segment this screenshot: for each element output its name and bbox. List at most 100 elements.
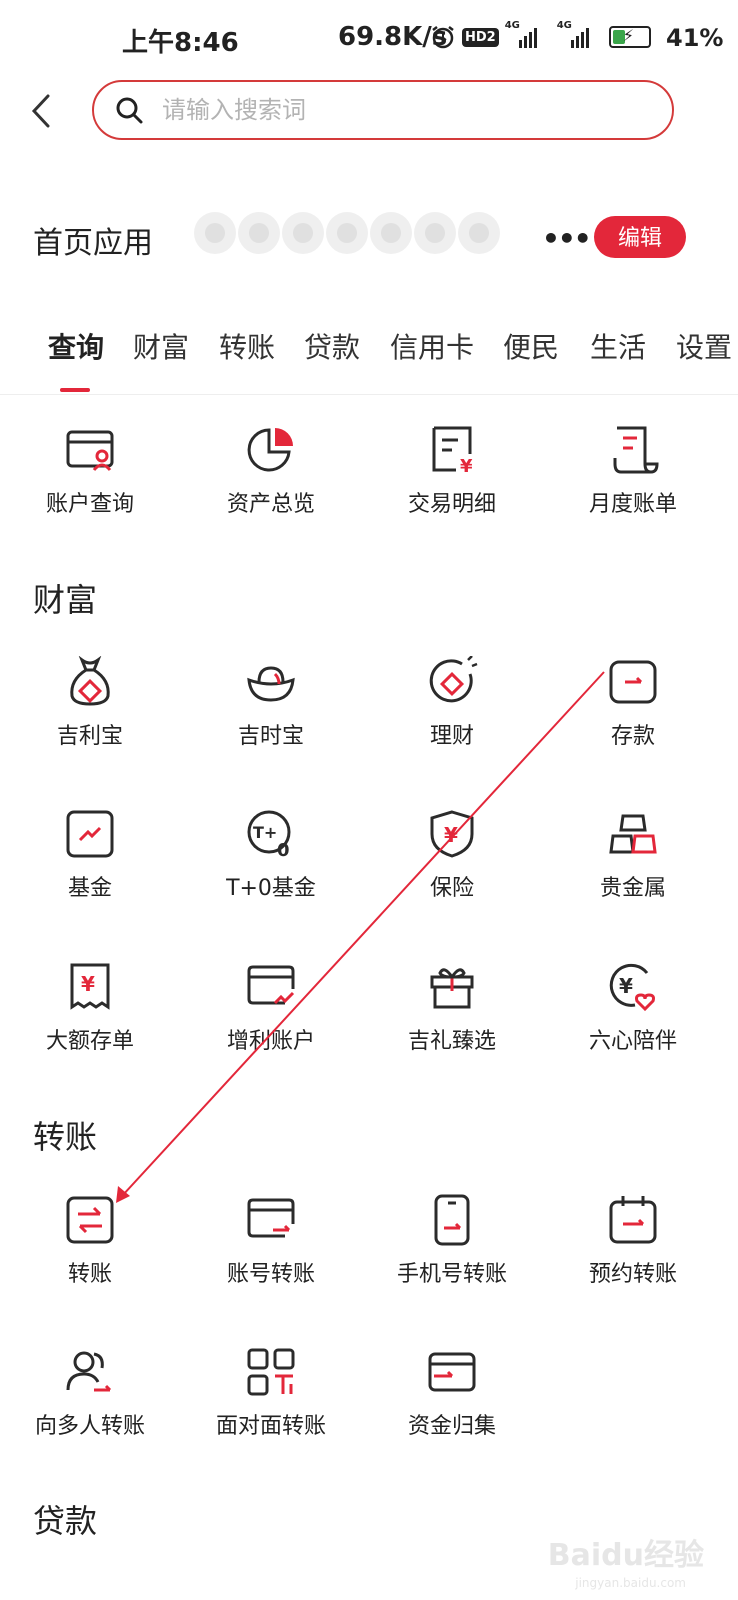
phone-transfer-item[interactable]: 手机号转账	[362, 1194, 542, 1288]
svg-text:¥: ¥	[81, 972, 95, 996]
status-bar: 上午8:46 69.8K/s HD2 4G 4G ⚡ 41%	[0, 0, 738, 80]
pie-chart-icon	[247, 428, 293, 472]
monthly-bill-item[interactable]: 月度账单	[543, 424, 723, 518]
gift-icon	[430, 968, 474, 1009]
item-label: 账户查询	[45, 492, 134, 517]
gold-ingot-icon	[247, 666, 295, 702]
transfer-arrows-icon	[66, 1196, 114, 1244]
home-apps-title: 首页应用	[33, 226, 153, 261]
calendar-transfer-icon	[609, 1196, 657, 1244]
edit-button[interactable]: 编辑	[594, 216, 686, 258]
app-placeholder-icon[interactable]	[458, 212, 500, 254]
face-to-face-transfer-item[interactable]: 面对面转账	[181, 1346, 361, 1440]
item-label: 基金	[67, 876, 112, 901]
item-label: 资产总览	[226, 492, 315, 517]
account-transfer-item[interactable]: 账号转账	[181, 1194, 361, 1288]
asset-overview-item[interactable]: 资产总览	[181, 424, 361, 518]
app-placeholder-icon[interactable]	[238, 212, 280, 254]
app-placeholder-icon[interactable]	[326, 212, 368, 254]
gift-selection-item[interactable]: 吉礼臻选	[362, 961, 542, 1055]
qr-code-icon	[247, 1348, 295, 1396]
tab-wealth[interactable]: 财富	[133, 326, 189, 366]
tab-loan[interactable]: 贷款	[304, 326, 360, 366]
hd-badge: HD2	[462, 27, 499, 47]
status-time: 上午8:46	[122, 28, 239, 58]
precious-metal-item[interactable]: 贵金属	[543, 808, 723, 902]
coin-diamond-icon	[429, 656, 478, 703]
signal-icon: 4G	[505, 20, 551, 48]
transfer-item[interactable]: 转账	[0, 1194, 180, 1288]
item-label: 交易明细	[407, 492, 496, 517]
battery-icon: ⚡	[608, 26, 651, 48]
item-label: 六心陪伴	[588, 1029, 677, 1054]
item-label: 理财	[429, 724, 474, 749]
alarm-icon	[432, 26, 454, 49]
tab-credit-card[interactable]: 信用卡	[390, 326, 474, 366]
search-bar[interactable]	[92, 80, 674, 140]
app-placeholder-icon[interactable]	[370, 212, 412, 254]
svg-text:¥: ¥	[619, 974, 633, 998]
phone-transfer-icon	[434, 1194, 470, 1246]
t0-fund-item[interactable]: T+ 0 T+0基金	[181, 808, 361, 902]
item-label: 增利账户	[226, 1029, 315, 1054]
category-tabs: 查询 财富 转账 贷款 信用卡 便民 生活 设置	[0, 320, 738, 395]
card-collect-icon	[428, 1352, 476, 1392]
signal-icon-2: 4G	[557, 20, 603, 48]
search-input[interactable]	[160, 95, 604, 125]
scheduled-transfer-item[interactable]: 预约转账	[543, 1194, 723, 1288]
item-label: 吉利宝	[56, 724, 123, 749]
status-icons: HD2 4G 4G ⚡	[430, 20, 651, 50]
fund-collection-item[interactable]: 资金归集	[362, 1346, 542, 1440]
card-transfer-icon	[247, 1198, 295, 1238]
app-placeholder-icon[interactable]	[194, 212, 236, 254]
app-placeholder-icon[interactable]	[414, 212, 456, 254]
item-label: T+0基金	[226, 876, 316, 901]
card-trend-icon	[247, 965, 295, 1005]
app-placeholder-icon[interactable]	[282, 212, 324, 254]
gold-bars-icon	[609, 814, 657, 854]
item-label: 资金归集	[407, 1414, 496, 1439]
item-label: 手机号转账	[396, 1262, 507, 1287]
item-label: 吉礼臻选	[407, 1029, 496, 1054]
account-query-item[interactable]: 账户查询	[0, 424, 180, 518]
deposit-item[interactable]: 存款	[543, 656, 723, 750]
t0-icon: T+ 0	[247, 810, 291, 860]
item-label: 向多人转账	[34, 1414, 145, 1439]
increment-account-item[interactable]: 增利账户	[181, 961, 361, 1055]
item-label: 吉时宝	[237, 724, 304, 749]
svg-text:T+: T+	[253, 823, 277, 842]
item-label: 预约转账	[588, 1262, 677, 1287]
jishibao-item[interactable]: 吉时宝	[181, 656, 361, 750]
large-cd-item[interactable]: ¥ 大额存单	[0, 961, 180, 1055]
wealth-management-item[interactable]: 理财	[362, 656, 542, 750]
deposit-box-icon	[609, 660, 657, 704]
insurance-item[interactable]: ¥ 保险	[362, 808, 542, 902]
users-transfer-icon	[66, 1351, 112, 1392]
jilibao-item[interactable]: 吉利宝	[0, 656, 180, 750]
home-apps-list	[194, 212, 500, 254]
svg-text:¥: ¥	[460, 456, 473, 476]
svg-text:0: 0	[277, 840, 290, 860]
tab-transfer[interactable]: 转账	[219, 326, 275, 366]
chevron-left-icon	[31, 94, 50, 128]
back-button[interactable]	[28, 92, 58, 130]
multi-person-transfer-item[interactable]: 向多人转账	[0, 1346, 180, 1440]
six-heart-item[interactable]: ¥ 六心陪伴	[543, 961, 723, 1055]
item-label: 存款	[610, 724, 655, 749]
item-label: 保险	[429, 876, 474, 901]
money-bag-icon	[70, 656, 110, 706]
tab-convenience[interactable]: 便民	[503, 326, 559, 366]
item-label: 账号转账	[226, 1262, 315, 1287]
tab-query[interactable]: 查询	[48, 326, 104, 366]
watermark-logo: Baidu经验	[547, 1538, 704, 1573]
item-label: 大额存单	[45, 1029, 134, 1054]
transaction-detail-item[interactable]: ¥ 交易明细	[362, 424, 542, 518]
bill-scroll-icon	[613, 426, 659, 474]
item-label: 转账	[67, 1262, 112, 1287]
tab-life[interactable]: 生活	[590, 326, 646, 366]
tab-settings[interactable]: 设置	[676, 326, 732, 366]
more-icon[interactable]: •••	[542, 222, 592, 255]
section-title-wealth: 财富	[33, 581, 98, 619]
fund-item[interactable]: 基金	[0, 808, 180, 902]
section-title-transfer: 转账	[33, 1118, 98, 1156]
